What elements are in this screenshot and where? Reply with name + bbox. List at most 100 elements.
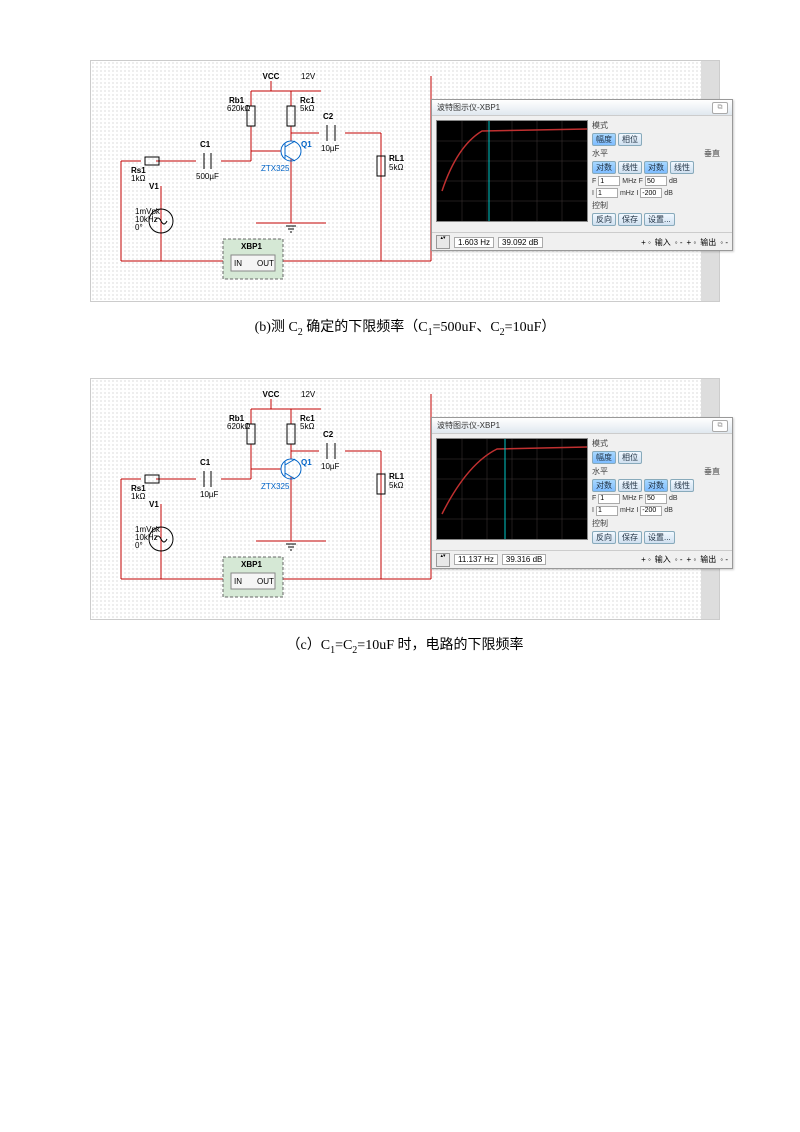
c2-label: C2 — [323, 430, 334, 439]
fv-label: F — [639, 495, 643, 502]
fv-input[interactable] — [645, 176, 667, 186]
out-label: OUT — [257, 577, 274, 586]
fv-unit: dB — [669, 495, 678, 502]
save-button[interactable]: 保存 — [618, 213, 642, 226]
fh-input[interactable] — [598, 494, 620, 504]
cursor-stepper-icon[interactable]: ▴▾ — [436, 235, 450, 249]
vert-label: 垂直 — [704, 148, 728, 159]
v1-value3: 0° — [135, 223, 143, 232]
fh-unit: MHz — [622, 495, 636, 502]
cursor-x-readout: 11.137 Hz — [454, 554, 498, 565]
c2-value: 10µF — [321, 462, 340, 471]
ih-input[interactable] — [596, 188, 618, 198]
reverse-button[interactable]: 反向 — [592, 213, 616, 226]
bode-controls: 模式 幅度 相位 水平 垂直 对数 线性 对数 线性 F — [592, 120, 728, 228]
phase-button[interactable]: 相位 — [618, 451, 642, 464]
xbp1-label: XBP1 — [241, 242, 262, 251]
fv-unit: dB — [669, 178, 678, 185]
iv-unit: dB — [664, 190, 673, 197]
figure-c: VCC 12V Rb1 620kΩ Rc1 5kΩ C1 10µF C2 10µ… — [90, 378, 720, 656]
hlog-button[interactable]: 对数 — [592, 161, 616, 174]
vlin-button[interactable]: 线性 — [670, 479, 694, 492]
ih-input[interactable] — [596, 506, 618, 516]
amp-button[interactable]: 幅度 — [592, 133, 616, 146]
q1-label: Q1 — [301, 140, 312, 149]
rs1-value: 1kΩ — [131, 492, 145, 501]
fv-input[interactable] — [645, 494, 667, 504]
reverse-button[interactable]: 反向 — [592, 531, 616, 544]
phase-button[interactable]: 相位 — [618, 133, 642, 146]
out-label: OUT — [257, 259, 274, 268]
i-label: I — [592, 507, 594, 514]
vlog-button[interactable]: 对数 — [644, 479, 668, 492]
schematic-area: VCC 12V Rb1 620kΩ Rc1 5kΩ C1 10µF C2 10µ… — [91, 379, 719, 619]
iv-unit: dB — [664, 507, 673, 514]
cursor-stepper-icon[interactable]: ▴▾ — [436, 553, 450, 567]
rl1-value: 5kΩ — [389, 163, 403, 172]
v1-label: V1 — [149, 500, 159, 509]
ih-unit: mHz — [620, 190, 634, 197]
close-icon[interactable]: ⧉ — [712, 102, 728, 114]
cursor-y-readout: 39.092 dB — [498, 237, 542, 248]
rl1-value: 5kΩ — [389, 481, 403, 490]
vcc-label: VCC — [263, 72, 280, 81]
vlog-button[interactable]: 对数 — [644, 161, 668, 174]
figure-c-canvas: VCC 12V Rb1 620kΩ Rc1 5kΩ C1 10µF C2 10µ… — [90, 378, 720, 620]
rc1-value: 5kΩ — [300, 422, 314, 431]
save-button[interactable]: 保存 — [618, 531, 642, 544]
rb1-value: 620kΩ — [227, 422, 250, 431]
hlog-button[interactable]: 对数 — [592, 479, 616, 492]
c2-value: 10µF — [321, 144, 340, 153]
output-label: 输出 — [700, 237, 716, 248]
mode-label: 模式 — [592, 438, 616, 449]
f-label: F — [592, 495, 596, 502]
bode-title-text: 波特图示仪-XBP1 — [437, 103, 500, 112]
bode-titlebar[interactable]: 波特图示仪-XBP1 ⧉ — [432, 100, 732, 116]
iv-label: I — [636, 507, 638, 514]
rb1-value: 620kΩ — [227, 104, 250, 113]
bode-titlebar[interactable]: 波特图示仪-XBP1 ⧉ — [432, 418, 732, 434]
in-label: IN — [234, 259, 242, 268]
figure-b-canvas: VCC 12V Rb1 620kΩ Rc1 5kΩ C1 500µF C2 10… — [90, 60, 720, 302]
c1-value: 500µF — [196, 172, 219, 181]
horiz-label: 水平 — [592, 148, 616, 159]
fh-unit: MHz — [622, 178, 636, 185]
q1-type: ZTX325 — [261, 164, 290, 173]
ctrl-label: 控制 — [592, 200, 616, 211]
horiz-label: 水平 — [592, 466, 616, 477]
output-label: 输出 — [700, 554, 716, 565]
bode-statusbar: ▴▾ 1.603 Hz 39.092 dB + ◦输入◦ - + ◦输出◦ - — [432, 232, 732, 251]
caption-c: （c）C1=C2=10uF 时，电路的下限频率 — [90, 634, 720, 656]
v1-value3: 0° — [135, 541, 143, 550]
bode-window-b[interactable]: 波特图示仪-XBP1 ⧉ 模式 幅度 相位 — [431, 99, 733, 251]
settings-button[interactable]: 设置... — [644, 531, 675, 544]
fh-input[interactable] — [598, 176, 620, 186]
c1-value: 10µF — [200, 490, 219, 499]
vert-label: 垂直 — [704, 466, 728, 477]
cursor-x-readout: 1.603 Hz — [454, 237, 494, 248]
c1-label: C1 — [200, 458, 211, 467]
iv-input[interactable] — [640, 188, 662, 198]
c2-label: C2 — [323, 112, 334, 121]
page: VCC 12V Rb1 620kΩ Rc1 5kΩ C1 500µF C2 10… — [0, 0, 800, 776]
c1-label: C1 — [200, 140, 211, 149]
bode-plot[interactable] — [436, 438, 588, 540]
circuit-c: VCC 12V Rb1 620kΩ Rc1 5kΩ C1 10µF C2 10µ… — [101, 389, 461, 609]
rl1-label: RL1 — [389, 154, 405, 163]
amp-button[interactable]: 幅度 — [592, 451, 616, 464]
bode-plot[interactable] — [436, 120, 588, 222]
fv-label: F — [639, 178, 643, 185]
iv-input[interactable] — [640, 506, 662, 516]
hlin-button[interactable]: 线性 — [618, 161, 642, 174]
xbp1-label: XBP1 — [241, 560, 262, 569]
in-label: IN — [234, 577, 242, 586]
bode-window-c[interactable]: 波特图示仪-XBP1 ⧉ 模式 幅度 相位 — [431, 417, 733, 569]
schematic-area: VCC 12V Rb1 620kΩ Rc1 5kΩ C1 500µF C2 10… — [91, 61, 719, 301]
circuit-b: VCC 12V Rb1 620kΩ Rc1 5kΩ C1 500µF C2 10… — [101, 71, 461, 291]
vlin-button[interactable]: 线性 — [670, 161, 694, 174]
hlin-button[interactable]: 线性 — [618, 479, 642, 492]
settings-button[interactable]: 设置... — [644, 213, 675, 226]
close-icon[interactable]: ⧉ — [712, 420, 728, 432]
bode-title-text: 波特图示仪-XBP1 — [437, 421, 500, 430]
cursor-y-readout: 39.316 dB — [502, 554, 546, 565]
